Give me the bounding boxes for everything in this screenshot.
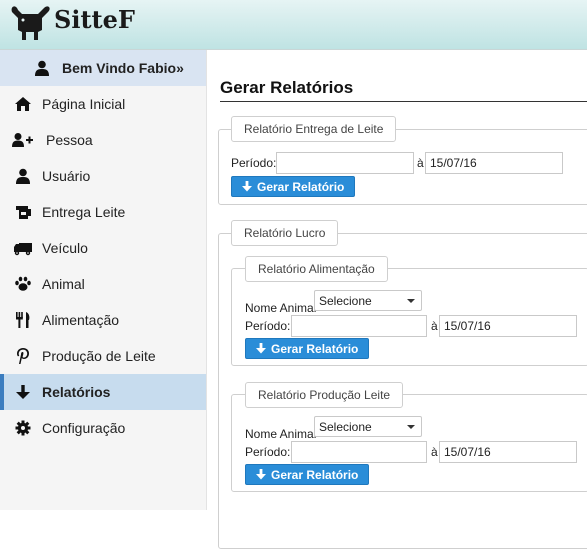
producao-from-date-input[interactable] [291,441,427,463]
periodo-label: Período: [245,319,291,333]
user-plus-icon [12,130,34,150]
legend-alimentacao: Relatório Alimentação [245,256,388,282]
button-label: Gerar Relatório [271,467,359,482]
entrega-to-date-input[interactable] [425,152,563,174]
producao-animal-select[interactable]: Selecione [314,416,422,437]
cutlery-icon [12,310,34,330]
sidebar: Bem Vindo Fabio» Página Inicial Pessoa U… [0,50,207,510]
welcome-banner[interactable]: Bem Vindo Fabio» [0,50,206,86]
gear-icon [12,418,34,438]
arrow-down-icon [242,181,252,192]
legend-entrega-leite: Relatório Entrega de Leite [231,116,397,142]
entrega-from-date-input[interactable] [276,152,414,174]
sidebar-item-label: Pessoa [46,132,93,148]
entrega-gerar-relatorio-button[interactable]: Gerar Relatório [231,176,356,197]
sidebar-item-label: Página Inicial [42,96,126,112]
bull-icon [11,6,50,40]
periodo-label: Período: [231,156,277,170]
periodo-label: Período: [245,445,291,459]
sidebar-item-label: Entrega Leite [42,204,126,220]
legend-lucro: Relatório Lucro [231,220,339,246]
alimentacao-animal-select[interactable]: Selecione [314,290,422,311]
sidebar-item-pessoa[interactable]: Pessoa [0,122,206,158]
legend-producao-leite: Relatório Produção Leite [245,382,404,408]
paw-icon [12,274,34,294]
alimentacao-from-date-input[interactable] [291,315,427,337]
sidebar-item-label: Animal [42,276,85,292]
select-value: Selecione [319,419,372,434]
sidebar-item-relatorios[interactable]: Relatórios [0,374,206,410]
chevron-down-icon [407,299,415,303]
page-title: Gerar Relatórios [220,78,354,97]
button-label: Gerar Relatório [257,179,345,194]
sidebar-item-alimentacao[interactable]: Alimentação [0,302,206,338]
sidebar-item-animal[interactable]: Animal [0,266,206,302]
date-separator: à [431,319,438,333]
welcome-text: Bem Vindo Fabio» [62,60,184,76]
sidebar-item-entrega-leite[interactable]: Entrega Leite [0,194,206,230]
date-separator: à [417,156,424,170]
sidebar-item-label: Produção de Leite [42,348,156,364]
button-label: Gerar Relatório [271,341,359,356]
user-icon [12,166,34,186]
sidebar-item-veiculo[interactable]: Veículo [0,230,206,266]
alimentacao-gerar-relatorio-button[interactable]: Gerar Relatório [245,338,370,359]
truck-icon [12,238,34,258]
alimentacao-to-date-input[interactable] [439,315,577,337]
date-separator: à [431,445,438,459]
main-content: Gerar Relatórios Relatório Entrega de Le… [207,50,587,549]
home-icon [12,94,34,114]
producao-to-date-input[interactable] [439,441,577,463]
milk-icon [12,202,34,222]
sidebar-item-pagina-inicial[interactable]: Página Inicial [0,86,206,122]
sidebar-item-usuario[interactable]: Usuário [0,158,206,194]
arrow-down-icon [256,469,266,480]
logo-text: SitteF [54,5,135,34]
sidebar-item-producao-leite[interactable]: Produção de Leite [0,338,206,374]
sidebar-item-label: Relatórios [42,384,111,400]
logo[interactable]: SitteF [8,2,135,42]
title-divider [220,101,587,102]
chevron-down-icon [407,425,415,429]
sidebar-item-configuracao[interactable]: Configuração [0,410,206,446]
user-icon [32,60,52,76]
app-header: SitteF [0,0,587,50]
sidebar-item-label: Configuração [42,420,126,436]
arrow-down-icon [12,382,34,402]
sidebar-item-label: Usuário [42,168,91,184]
arrow-down-icon [256,343,266,354]
producao-gerar-relatorio-button[interactable]: Gerar Relatório [245,464,370,485]
nome-animal-label: Nome Animal [245,427,317,441]
select-value: Selecione [319,293,372,308]
nome-animal-label: Nome Animal [245,301,317,315]
sidebar-item-label: Alimentação [42,312,120,328]
sidebar-item-label: Veículo [42,240,88,256]
pinterest-icon [12,346,34,366]
